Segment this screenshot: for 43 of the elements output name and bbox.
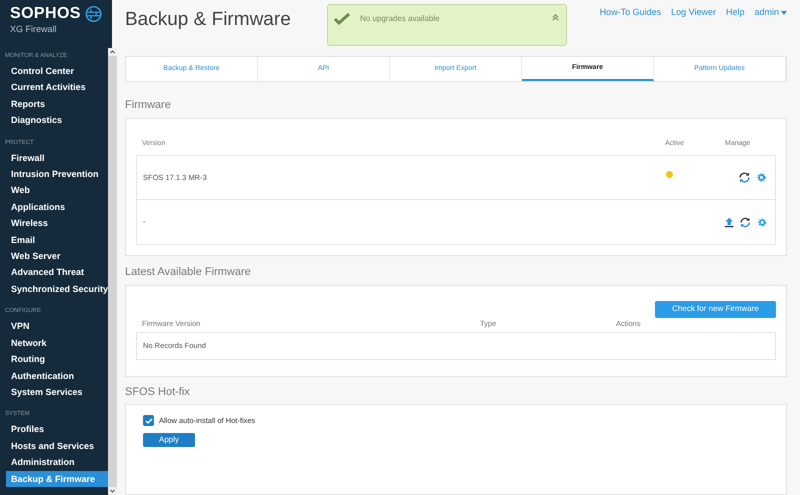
nav-item[interactable]: Reports [0,96,108,112]
scrollbar[interactable] [108,48,118,495]
nav-item[interactable]: Web [0,182,108,199]
nav-item[interactable]: Administration [0,454,108,471]
section-heading: Firmware [125,98,172,113]
nav-item[interactable]: Profiles [0,421,108,438]
nav-item[interactable]: Firewall [0,150,108,166]
caret-icon [781,10,787,15]
refresh-icon[interactable] [739,172,750,183]
scroll-up-icon[interactable] [108,48,118,56]
brand-name: SOPHOS [10,4,81,24]
globe-logo-icon [84,4,102,24]
apply-button[interactable]: Apply [143,432,195,446]
nav-item[interactable]: Diagnostics [0,112,108,129]
settings-icon[interactable] [756,172,767,183]
nav-item[interactable]: Network [0,334,108,352]
scroll-down-icon[interactable] [108,487,118,495]
refresh-icon[interactable] [740,216,751,228]
check-icon [334,13,350,25]
upload-icon[interactable] [724,216,734,228]
nav-item[interactable]: Control Center [0,63,108,80]
nav-item[interactable]: Authentication [0,368,108,384]
settings-icon[interactable] [756,216,767,228]
nav-item[interactable]: Intrusion Prevention [0,166,108,182]
section-heading: Latest Available Firmware [125,265,252,280]
page-title: Backup & Firmware [125,8,291,32]
nav-item[interactable]: Applications [0,198,108,216]
nav-item[interactable]: VPN [0,318,108,335]
nav-item[interactable]: Wireless [0,215,108,232]
checkbox[interactable] [143,415,154,426]
nav-item[interactable]: Advanced Threat [0,264,108,281]
nav-item[interactable]: Web Server [0,248,108,264]
product-name: XG Firewall [10,24,58,35]
collapse-icon[interactable] [551,13,560,22]
toast-message: No upgrades available [360,13,441,25]
nav-item[interactable]: Backup & Firmware [6,470,108,487]
nav-item[interactable]: Current Activities [0,79,108,96]
nav-item[interactable]: Routing [0,351,108,368]
nav-item[interactable]: System Services [0,384,108,400]
nav-item[interactable]: Hosts and Services [0,438,108,454]
nav-item[interactable]: Synchronized Security [0,280,108,298]
nav-item[interactable]: Email [0,232,108,248]
section-heading: SFOS Hot-fix [125,384,191,400]
